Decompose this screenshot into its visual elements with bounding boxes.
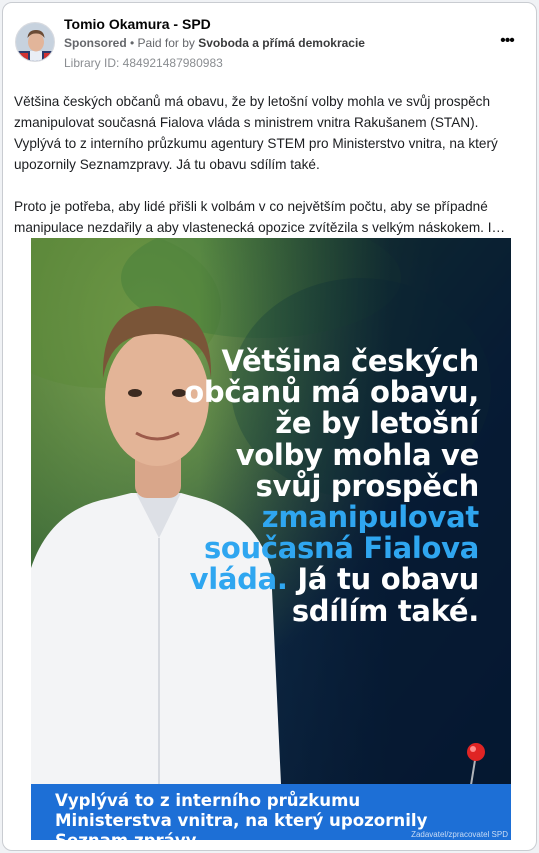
avatar-portrait <box>16 23 54 61</box>
page-avatar[interactable] <box>15 22 55 62</box>
bottom-banner: Vyplývá to z interního průzkumu Minister… <box>31 784 511 840</box>
headline-white-part-2: Já tu obavu sdílím také. <box>287 562 479 628</box>
sponsored-label: Sponsored <box>64 36 127 50</box>
pushpin-icon <box>467 743 485 786</box>
sponsored-meta: Sponsored • Paid for by Svoboda a přímá … <box>64 36 365 50</box>
ad-creative-image[interactable]: Většina českých občanů má obavu, že by l… <box>31 238 511 840</box>
post-header: Tomio Okamura - SPD Sponsored • Paid for… <box>3 3 536 83</box>
payer-name[interactable]: Svoboda a přímá demokracie <box>198 36 365 50</box>
ad-card: Tomio Okamura - SPD Sponsored • Paid for… <box>2 2 537 851</box>
library-id: Library ID: 484921487980983 <box>64 56 223 70</box>
headline-white-part-1: Většina českých občanů má obavu, že by l… <box>184 344 479 503</box>
post-paragraph-2: Proto je potřeba, aby lidé přišli k volb… <box>14 199 506 235</box>
creative-headline: Většina českých občanů má obavu, že by l… <box>179 344 479 628</box>
post-paragraph-1: Většina českých občanů má obavu, že by l… <box>14 94 498 172</box>
meta-separator: • <box>126 36 138 50</box>
page-name-link[interactable]: Tomio Okamura - SPD <box>64 16 211 32</box>
post-body-text: Většina českých občanů má obavu, že by l… <box>14 91 526 238</box>
creative-credit: Zadavatel/zpracovatel SPD <box>411 830 508 839</box>
more-options-icon[interactable]: ••• <box>495 32 519 50</box>
paid-by-label: Paid for by <box>137 36 199 50</box>
